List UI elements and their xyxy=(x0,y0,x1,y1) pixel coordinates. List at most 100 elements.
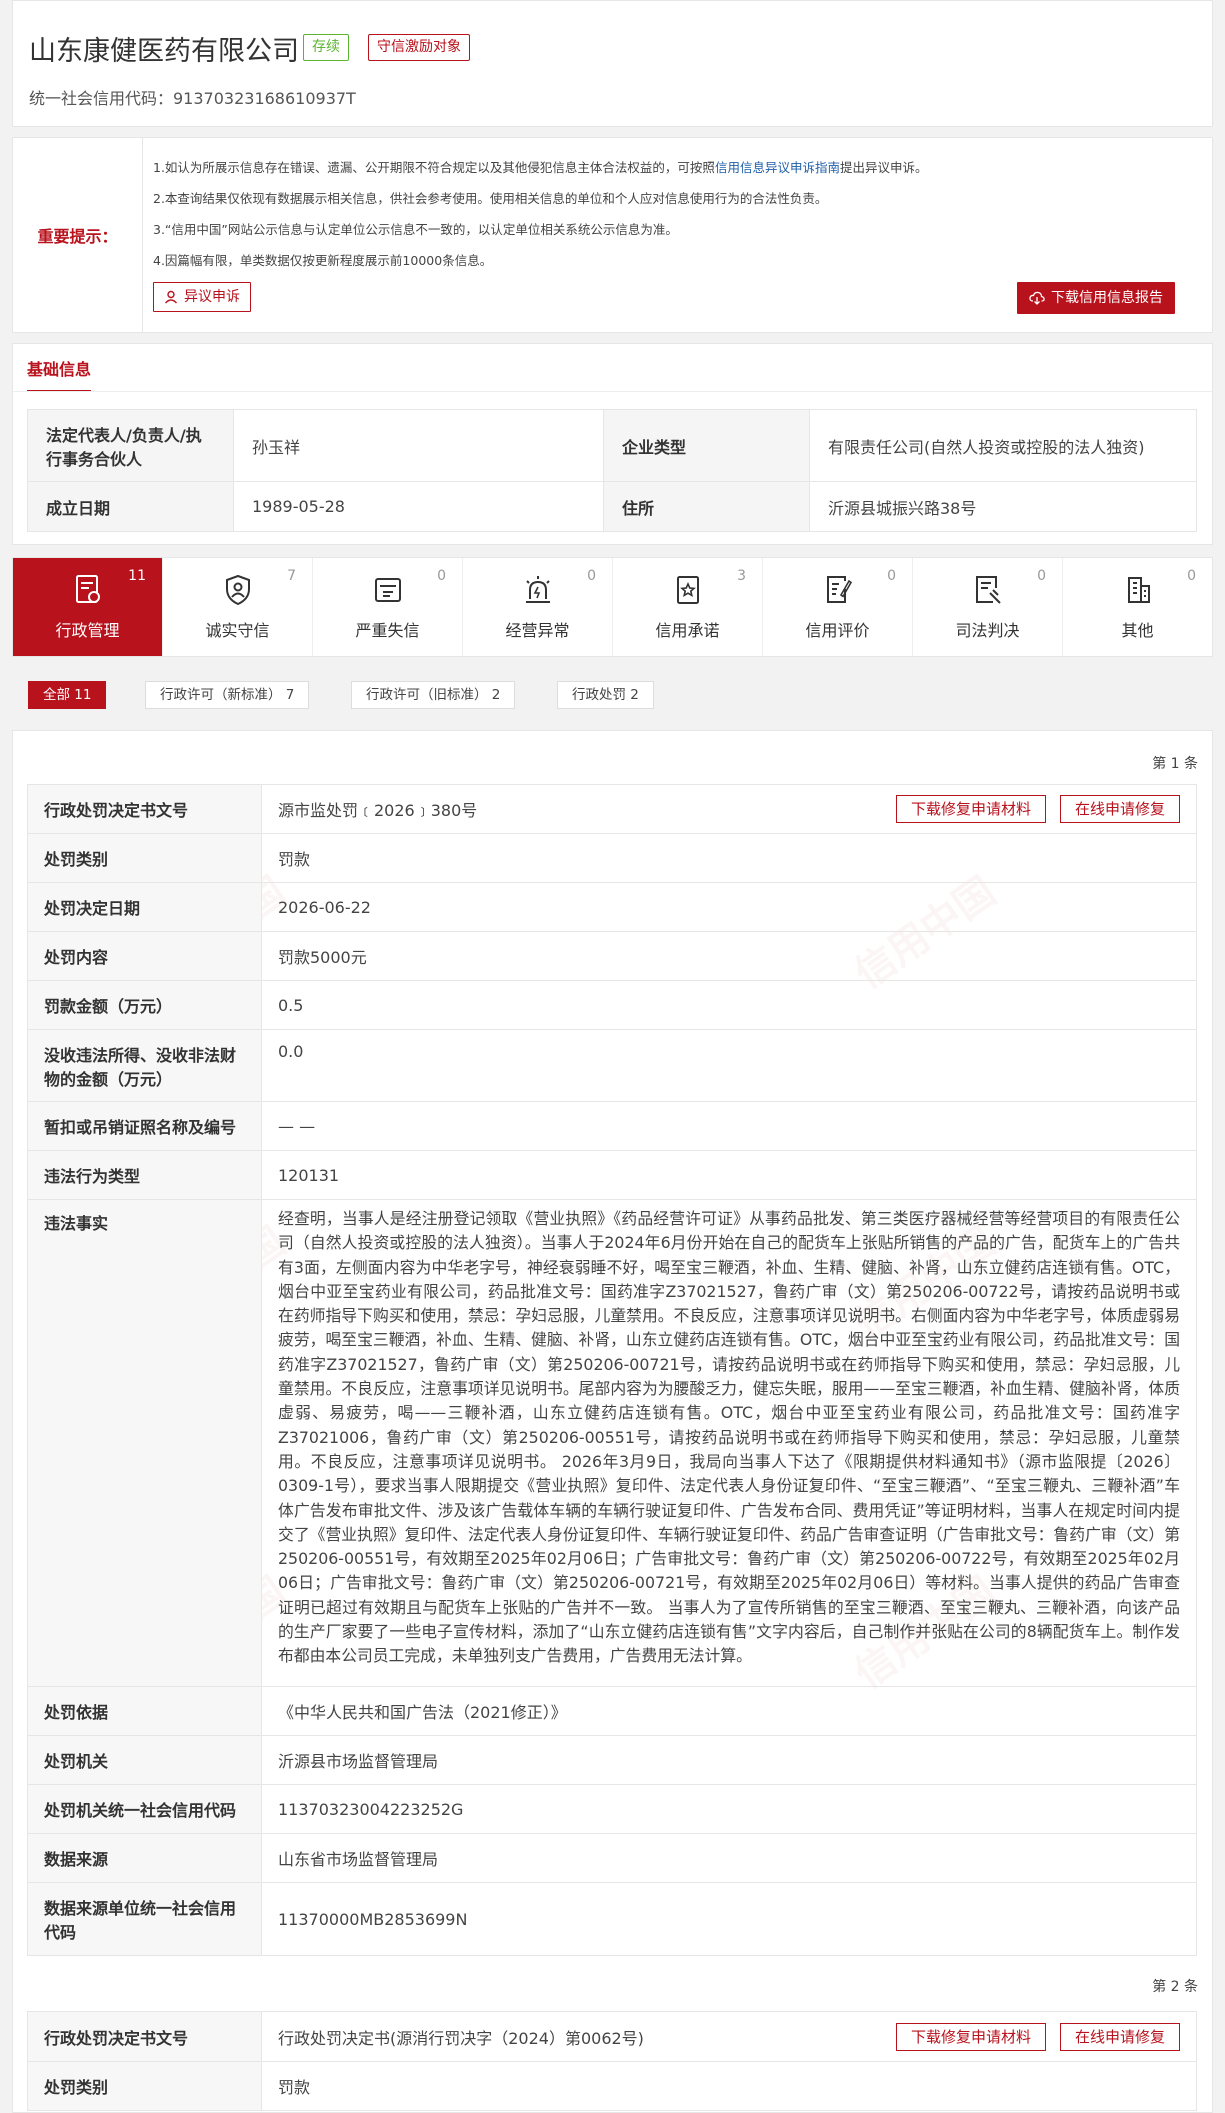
tab-label: 司法判决 xyxy=(955,621,1020,640)
online-repair-button[interactable]: 在线申请修复 xyxy=(1059,2022,1180,2051)
notice-text: 1.如认为所展示信息存在错误、遗漏、公开期限不符合规定以及其他侵犯信息主体合法权… xyxy=(153,160,715,175)
table-row: 处罚类别 罚款 xyxy=(27,833,1197,883)
appeal-guide-link[interactable]: 信用信息异议申诉指南 xyxy=(715,160,840,175)
credit-code: 统一社会信用代码：91370323168610937T xyxy=(29,89,356,108)
tab-label: 诚实守信 xyxy=(205,621,270,640)
field-value: 120131 xyxy=(261,1150,1197,1200)
field-label: 罚款金额（万元） xyxy=(27,980,262,1030)
field-value: 0.5 xyxy=(261,980,1197,1030)
violation-facts: 经查明，当事人是经注册登记领取《营业执照》《药品经营许可证》从事药品批发、第三类… xyxy=(261,1199,1197,1687)
table-row: 处罚机关 沂源县市场监督管理局 xyxy=(27,1735,1197,1785)
field-label: 数据来源单位统一社会信用代码 xyxy=(27,1882,262,1956)
repair-actions: 下载修复申请材料 在线申请修复 xyxy=(895,2022,1180,2051)
table-row: 处罚决定日期 2026-06-22 xyxy=(27,882,1197,932)
online-repair-button[interactable]: 在线申请修复 xyxy=(1059,795,1180,823)
appeal-button-label: 异议申诉 xyxy=(184,289,240,305)
filter-license-old[interactable]: 行政许可（旧标准） 2 xyxy=(351,681,516,709)
field-label: 处罚机关统一社会信用代码 xyxy=(27,1784,262,1834)
tab-label: 行政管理 xyxy=(55,621,120,640)
notice-list: 1.如认为所展示信息存在错误、遗漏、公开期限不符合规定以及其他侵犯信息主体合法权… xyxy=(153,152,1193,276)
download-repair-materials-button[interactable]: 下载修复申请材料 xyxy=(895,795,1046,823)
notice-panel: 重要提示： 1.如认为所展示信息存在错误、遗漏、公开期限不符合规定以及其他侵犯信… xyxy=(12,137,1213,333)
building-icon xyxy=(1127,577,1150,603)
tab-count: 0 xyxy=(437,568,446,584)
tab-label: 信用承诺 xyxy=(655,621,720,640)
tab-label: 经营异常 xyxy=(505,621,570,640)
address-label: 住所 xyxy=(603,481,810,532)
blacklist-card-icon xyxy=(374,578,401,602)
tab-count: 0 xyxy=(1187,568,1196,584)
table-row: 违法事实 经查明，当事人是经注册登记领取《营业执照》《药品经营许可证》从事药品批… xyxy=(27,1199,1197,1687)
table-row: 数据来源 山东省市场监督管理局 xyxy=(27,1833,1197,1883)
section-divider xyxy=(13,391,1212,392)
record-table: 行政处罚决定书文号 源市监处罚﹝2026﹞380号 下载修复申请材料 在线申请修… xyxy=(27,784,1197,1956)
tab-count: 0 xyxy=(587,568,596,584)
record-number: 第 2 条 xyxy=(1152,1979,1198,1995)
table-row: 处罚依据 《中华人民共和国广告法（2021修正）》 xyxy=(27,1686,1197,1736)
tab-label: 严重失信 xyxy=(355,621,420,640)
section-title: 基础信息 xyxy=(27,356,92,392)
notice-label: 重要提示： xyxy=(13,138,143,332)
notice-item: 2.本查询结果仅依现有数据展示相关信息，供社会参考使用。使用相关信息的单位和个人… xyxy=(153,191,828,206)
notice-text: 提出异议申诉。 xyxy=(839,160,928,175)
tab-count: 7 xyxy=(287,568,296,584)
company-type-label: 企业类型 xyxy=(603,409,810,482)
tab-serious-dishonesty[interactable]: 0 严重失信 xyxy=(313,558,463,656)
table-row: 数据来源单位统一社会信用代码 11370000MB2853699N xyxy=(27,1882,1197,1956)
table-row: 处罚类别 罚款 xyxy=(27,2061,1197,2111)
table-row: 违法行为类型 120131 xyxy=(27,1150,1197,1200)
tab-credit-commitment[interactable]: 3 信用承诺 xyxy=(613,558,763,656)
legal-rep-label: 法定代表人/负责人/执行事务合伙人 xyxy=(27,409,234,482)
tab-credit-evaluation[interactable]: 0 信用评价 xyxy=(763,558,913,656)
status-badge: 存续 xyxy=(303,34,349,61)
tab-label: 其他 xyxy=(1121,621,1154,640)
record-table: 行政处罚决定书文号 行政处罚决定书(源消行罚决字（2024）第0062号) 下载… xyxy=(27,2011,1197,2111)
field-label: 没收违法所得、没收非法财物的金额（万元） xyxy=(27,1029,262,1102)
edit-document-icon xyxy=(826,576,852,603)
filter-penalty[interactable]: 行政处罚 2 xyxy=(557,681,654,709)
tab-honest-credit[interactable]: 7 诚实守信 xyxy=(163,558,313,656)
field-label: 处罚类别 xyxy=(27,2061,262,2111)
field-label: 行政处罚决定书文号 xyxy=(27,784,262,834)
tab-admin-management[interactable]: 11 行政管理 xyxy=(13,558,163,656)
tab-judicial-judgment[interactable]: 0 司法判决 xyxy=(913,558,1063,656)
appeal-button[interactable]: 异议申诉 xyxy=(153,282,251,312)
table-row: 罚款金额（万元） 0.5 xyxy=(27,980,1197,1030)
tab-count: 3 xyxy=(737,568,746,584)
legal-rep-value: 孙玉祥 xyxy=(233,409,604,482)
tab-count: 0 xyxy=(887,568,896,584)
field-label: 处罚类别 xyxy=(27,833,262,883)
tab-count: 11 xyxy=(128,568,146,584)
field-label: 违法行为类型 xyxy=(27,1150,262,1200)
field-value: 罚款 xyxy=(261,833,1197,883)
tab-other[interactable]: 0 其他 xyxy=(1063,558,1212,656)
records-panel: 信用中国 信用中国 信用中国 信用中国 信用中国 信用中国 第 1 条 行政处罚… xyxy=(12,730,1213,2113)
tab-business-abnormal[interactable]: 0 经营异常 xyxy=(463,558,613,656)
filter-all[interactable]: 全部 11 xyxy=(28,681,107,709)
field-label: 数据来源 xyxy=(27,1833,262,1883)
category-tabs: 11 行政管理 7 诚实守信 0 严重失信 0 经营异常 3 信用承诺 0 信用… xyxy=(12,557,1213,657)
field-label: 处罚依据 xyxy=(27,1686,262,1736)
cloud-download-icon xyxy=(1029,291,1045,305)
tab-label: 信用评价 xyxy=(805,621,870,640)
record-number: 第 1 条 xyxy=(1152,756,1198,772)
notice-item: 4.因篇幅有限，单类数据仅按更新程度展示前10000条信息。 xyxy=(153,253,493,268)
field-value: 源市监处罚﹝2026﹞380号 下载修复申请材料 在线申请修复 xyxy=(261,784,1197,834)
field-label: 处罚机关 xyxy=(27,1735,262,1785)
table-row: 行政处罚决定书文号 源市监处罚﹝2026﹞380号 下载修复申请材料 在线申请修… xyxy=(27,784,1197,834)
honor-badge: 守信激励对象 xyxy=(368,34,470,61)
established-date-value: 1989-05-28 xyxy=(233,481,604,532)
field-value: — — xyxy=(261,1101,1197,1151)
table-row: 暂扣或吊销证照名称及编号 — — xyxy=(27,1101,1197,1151)
table-row: 行政处罚决定书文号 行政处罚决定书(源消行罚决字（2024）第0062号) 下载… xyxy=(27,2011,1197,2062)
field-label: 暂扣或吊销证照名称及编号 xyxy=(27,1101,262,1151)
download-repair-materials-button[interactable]: 下载修复申请材料 xyxy=(895,2022,1046,2051)
field-label: 违法事实 xyxy=(27,1199,262,1687)
download-report-button[interactable]: 下载信用信息报告 xyxy=(1017,282,1175,314)
shield-user-icon xyxy=(225,574,250,606)
filter-license-new[interactable]: 行政许可（新标准） 7 xyxy=(145,681,310,709)
document-seal-icon xyxy=(75,575,100,603)
field-value: 2026-06-22 xyxy=(261,882,1197,932)
field-value: 11370000MB2853699N xyxy=(261,1882,1197,1956)
table-row: 处罚机关统一社会信用代码 11370323004223252G xyxy=(27,1784,1197,1834)
